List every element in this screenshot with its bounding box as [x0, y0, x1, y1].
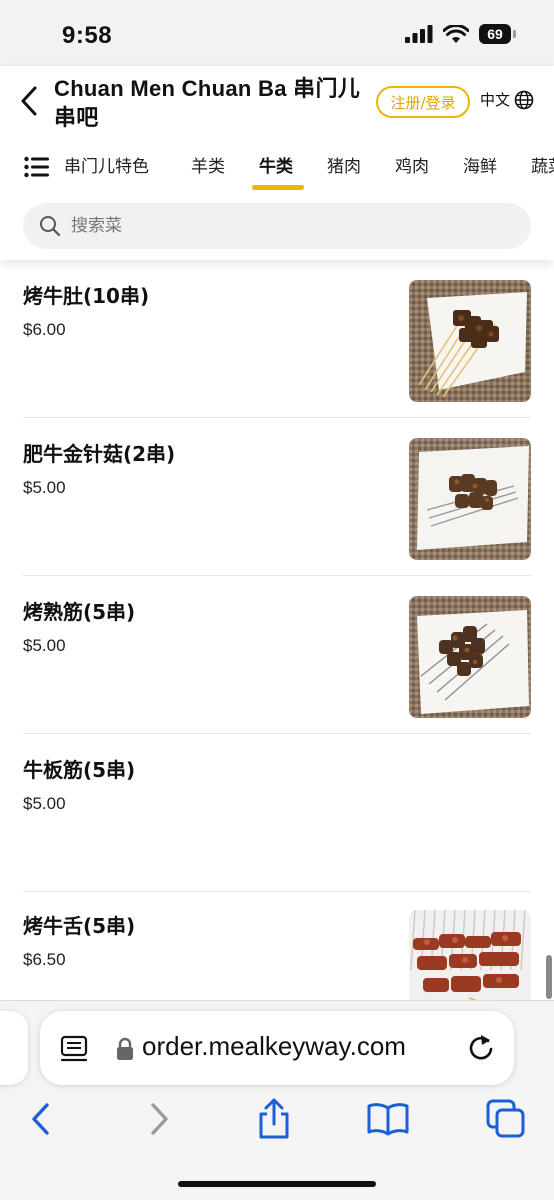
- wifi-icon: [443, 24, 469, 43]
- back-button[interactable]: [14, 84, 44, 118]
- browser-toolbar: order.mealkeyway.com: [0, 1000, 554, 1200]
- tab-specialty[interactable]: 串门儿特色: [64, 152, 149, 177]
- active-tab-indicator: [252, 185, 304, 190]
- item-price: $6.00: [23, 320, 66, 339]
- book-icon: [367, 1103, 409, 1136]
- url-text: order.mealkeyway.com: [142, 1031, 406, 1061]
- tab-seafood[interactable]: 海鲜: [463, 152, 497, 177]
- address-bar[interactable]: order.mealkeyway.com: [40, 1011, 514, 1085]
- search-icon: [40, 216, 61, 237]
- browser-back-button[interactable]: [18, 1097, 62, 1141]
- tab-pork[interactable]: 猪肉: [327, 152, 361, 177]
- menu-item[interactable]: 牛板筋(5串) $5.00: [0, 734, 554, 892]
- tab-chicken[interactable]: 鸡肉: [395, 152, 429, 177]
- item-price: $5.00: [23, 794, 66, 813]
- item-name: 肥牛金针菇(2串): [23, 442, 176, 466]
- tab-lamb[interactable]: 羊类: [191, 152, 225, 177]
- battery-icon: 69: [479, 24, 516, 44]
- store-header: Chuan Men Chuan Ba 串门儿串吧 注册/登录 中文 串门儿特色 …: [0, 66, 554, 260]
- item-name: 烤熟筋(5串): [23, 600, 136, 624]
- tabs-icon: [486, 1099, 525, 1138]
- tabs-button[interactable]: [484, 1097, 528, 1141]
- share-button[interactable]: [252, 1097, 296, 1141]
- menu-item[interactable]: 烤牛肚(10串) $6.00: [0, 260, 554, 418]
- item-price: $5.00: [23, 478, 66, 497]
- menu-item[interactable]: 烤牛舌(5串) $6.50: [0, 892, 554, 1000]
- item-photo[interactable]: [409, 596, 531, 718]
- globe-icon: [514, 90, 534, 109]
- home-indicator: [178, 1181, 376, 1187]
- cellular-signal-icon: [405, 25, 433, 43]
- store-title: Chuan Men Chuan Ba 串门儿串吧: [54, 76, 361, 130]
- item-photo[interactable]: [409, 280, 531, 402]
- reader-view-icon[interactable]: [60, 1035, 90, 1063]
- item-photo[interactable]: [409, 438, 531, 560]
- item-price: $5.00: [23, 636, 66, 655]
- chevron-right-icon: [151, 1103, 168, 1135]
- tab-beef[interactable]: 牛类: [259, 152, 293, 177]
- menu-item-list: 烤牛肚(10串) $6.00 肥牛金针菇(2串) $5.00 烤熟筋(5串) $…: [0, 260, 554, 1000]
- item-price: $6.50: [23, 950, 66, 969]
- status-icons: 69: [405, 24, 516, 44]
- battery-level: 69: [479, 24, 511, 44]
- lock-icon: [117, 1037, 133, 1060]
- page-scrollbar[interactable]: [546, 955, 552, 999]
- category-tabs: 串门儿特色 羊类 牛类 猪肉 鸡肉 海鲜 蔬菜: [0, 142, 554, 190]
- item-name: 烤牛肚(10串): [23, 284, 150, 308]
- login-register-button[interactable]: 注册/登录: [376, 86, 470, 118]
- search-input[interactable]: [71, 216, 491, 236]
- chevron-left-icon: [32, 1103, 49, 1135]
- browser-forward-button[interactable]: [138, 1097, 182, 1141]
- chevron-left-icon: [21, 86, 37, 116]
- status-bar: 9:58 69: [0, 0, 554, 66]
- search-bar[interactable]: [23, 203, 531, 249]
- share-icon: [259, 1098, 289, 1139]
- menu-item[interactable]: 肥牛金针菇(2串) $5.00: [0, 418, 554, 576]
- language-label: 中文: [480, 91, 511, 109]
- status-time: 9:58: [62, 22, 113, 49]
- tab-vegetables[interactable]: 蔬菜: [531, 152, 554, 177]
- item-name: 烤牛舌(5串): [23, 914, 136, 938]
- previous-tab-preview[interactable]: [0, 1011, 28, 1085]
- language-switcher[interactable]: 中文: [480, 89, 534, 110]
- item-photo[interactable]: [409, 910, 531, 1000]
- bookmarks-button[interactable]: [366, 1097, 410, 1141]
- menu-list-icon[interactable]: [24, 156, 50, 178]
- menu-item[interactable]: 烤熟筋(5串) $5.00: [0, 576, 554, 734]
- item-name: 牛板筋(5串): [23, 758, 136, 782]
- reload-icon[interactable]: [466, 1033, 496, 1063]
